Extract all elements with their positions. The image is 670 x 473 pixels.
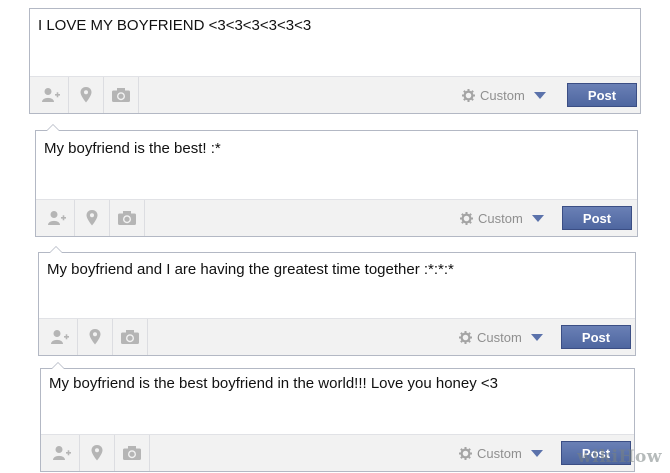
camera-icon (120, 329, 140, 345)
tag-friends-button[interactable] (43, 319, 78, 355)
tag-friends-button[interactable] (34, 77, 69, 113)
tag-friends-icon (52, 445, 72, 461)
privacy-selector[interactable]: Custom (459, 319, 543, 355)
location-icon (80, 87, 92, 103)
location-button[interactable] (78, 319, 113, 355)
tag-friends-button[interactable] (40, 200, 75, 236)
location-button[interactable] (75, 200, 110, 236)
composer-toolbar: Custom Post (41, 434, 634, 471)
caret-down-icon (532, 215, 544, 222)
camera-button[interactable] (115, 435, 150, 471)
privacy-label: Custom (477, 329, 522, 345)
gear-icon (462, 89, 475, 102)
post-button[interactable]: Post (562, 206, 632, 230)
post-button[interactable]: Post (567, 83, 637, 107)
privacy-label: Custom (478, 210, 523, 226)
gear-icon (459, 447, 472, 460)
composer-toolbar: Custom Post (36, 199, 637, 236)
status-text-input[interactable]: My boyfriend is the best! :* (36, 140, 637, 157)
wikihow-watermark: wikiHow (577, 447, 662, 467)
location-icon (89, 329, 101, 345)
privacy-label: Custom (477, 445, 522, 461)
status-composer: My boyfriend is the best boyfriend in th… (40, 362, 635, 472)
camera-button[interactable] (104, 77, 139, 113)
tag-friends-icon (41, 87, 61, 103)
privacy-selector[interactable]: Custom (460, 200, 544, 236)
composer-pointer (49, 246, 63, 253)
location-button[interactable] (80, 435, 115, 471)
tag-friends-button[interactable] (45, 435, 80, 471)
location-icon (91, 445, 103, 461)
location-icon (86, 210, 98, 226)
privacy-selector[interactable]: Custom (462, 77, 546, 113)
camera-icon (122, 445, 142, 461)
gear-icon (460, 212, 473, 225)
status-composer: I LOVE MY BOYFRIEND <3<3<3<3<3<3 Custom Po… (29, 8, 641, 114)
composer-toolbar: Custom Post (30, 76, 640, 113)
composer-toolbar: Custom Post (39, 318, 635, 355)
privacy-label: Custom (480, 87, 525, 103)
status-composer: My boyfriend is the best! :* Custom Post (35, 124, 638, 237)
caret-down-icon (531, 334, 543, 341)
composer-pointer (51, 362, 65, 369)
status-text-input[interactable]: My boyfriend is the best boyfriend in th… (41, 375, 634, 392)
camera-button[interactable] (113, 319, 148, 355)
caret-down-icon (531, 450, 543, 457)
tag-friends-icon (47, 210, 67, 226)
camera-icon (117, 210, 137, 226)
status-text-input[interactable]: My boyfriend and I are having the greate… (39, 261, 635, 278)
post-button[interactable]: Post (561, 325, 631, 349)
camera-icon (111, 87, 131, 103)
status-text-input[interactable]: I LOVE MY BOYFRIEND <3<3<3<3<3<3 (30, 17, 640, 34)
camera-button[interactable] (110, 200, 145, 236)
composer-pointer (46, 124, 60, 131)
privacy-selector[interactable]: Custom (459, 435, 543, 471)
status-composer: My boyfriend and I are having the greate… (38, 246, 636, 356)
tag-friends-icon (50, 329, 70, 345)
caret-down-icon (534, 92, 546, 99)
gear-icon (459, 331, 472, 344)
location-button[interactable] (69, 77, 104, 113)
